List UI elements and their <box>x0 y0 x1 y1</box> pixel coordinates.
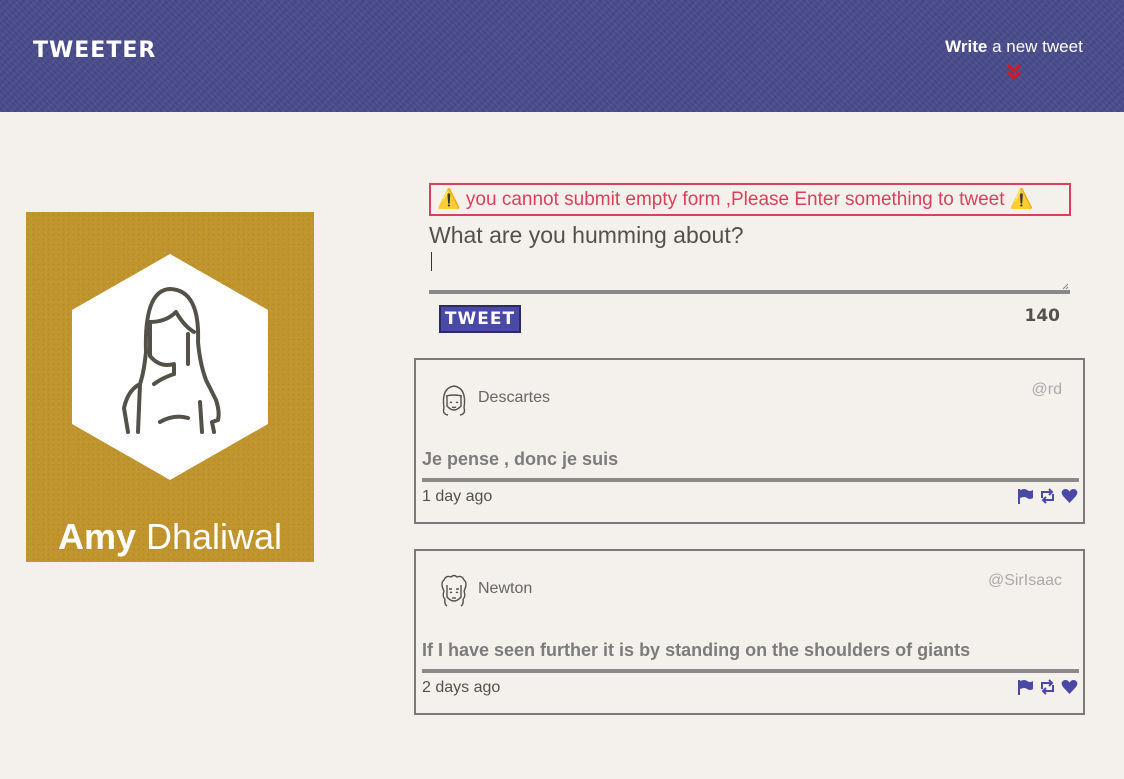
newton-avatar <box>441 574 467 607</box>
tweet-input[interactable] <box>429 248 1070 294</box>
resize-grip-icon[interactable] <box>1062 283 1069 290</box>
text-caret <box>431 252 432 271</box>
tweet-author-handle: @rd <box>1031 381 1062 398</box>
tweet-timestamp: 1 day ago <box>422 488 493 505</box>
write-new-tweet-toggle[interactable]: Write a new tweet <box>939 37 1089 81</box>
tweet-author-name: Newton <box>478 580 533 597</box>
heart-icon[interactable] <box>1061 679 1078 695</box>
profile-first-name: Amy <box>57 516 136 557</box>
tweet-card: Newton @SirIsaac If I have seen further … <box>414 549 1085 715</box>
tweet-content: If I have seen further it is by standing… <box>422 640 971 660</box>
tweet-timestamp: 2 days ago <box>422 679 501 696</box>
compose-toggle-bold: Write <box>945 37 988 56</box>
profile-name: Amy Dhaliwal <box>26 516 314 558</box>
heart-icon[interactable] <box>1061 488 1078 504</box>
flag-icon[interactable] <box>1017 488 1034 504</box>
tweet-divider <box>422 478 1079 482</box>
tweet-author-name: Descartes <box>478 389 551 406</box>
compose-label: What are you humming about? <box>429 222 744 248</box>
profile-card: Amy Dhaliwal <box>26 212 314 562</box>
tweet-card: Descartes @rd Je pense , donc je suis 1 … <box>414 358 1085 524</box>
nav-bar: TWEETER Write a new tweet <box>0 0 1124 112</box>
tweet-actions <box>1017 488 1078 504</box>
flag-icon[interactable] <box>1017 679 1034 695</box>
profile-avatar <box>72 254 268 480</box>
tweet-actions <box>1017 679 1078 695</box>
retweet-icon[interactable] <box>1039 488 1056 504</box>
profile-last-name: Dhaliwal <box>135 516 283 557</box>
tweet-content: Je pense , donc je suis <box>422 449 619 469</box>
tweet-button[interactable]: TWEET <box>439 305 521 333</box>
descartes-avatar <box>442 385 466 416</box>
compose-toggle-rest: a new tweet <box>987 37 1083 56</box>
retweet-icon[interactable] <box>1039 679 1056 695</box>
character-counter: 140 <box>1024 306 1061 326</box>
compose-toggle-label: Write a new tweet <box>945 37 1083 56</box>
empty-form-error: ⚠️ you cannot submit empty form ,Please … <box>429 183 1071 216</box>
tweet-author-handle: @SirIsaac <box>987 572 1062 589</box>
chevron-double-down-icon[interactable] <box>1005 63 1023 81</box>
tweet-divider <box>422 669 1079 673</box>
brand-logo[interactable]: TWEETER <box>33 38 156 63</box>
